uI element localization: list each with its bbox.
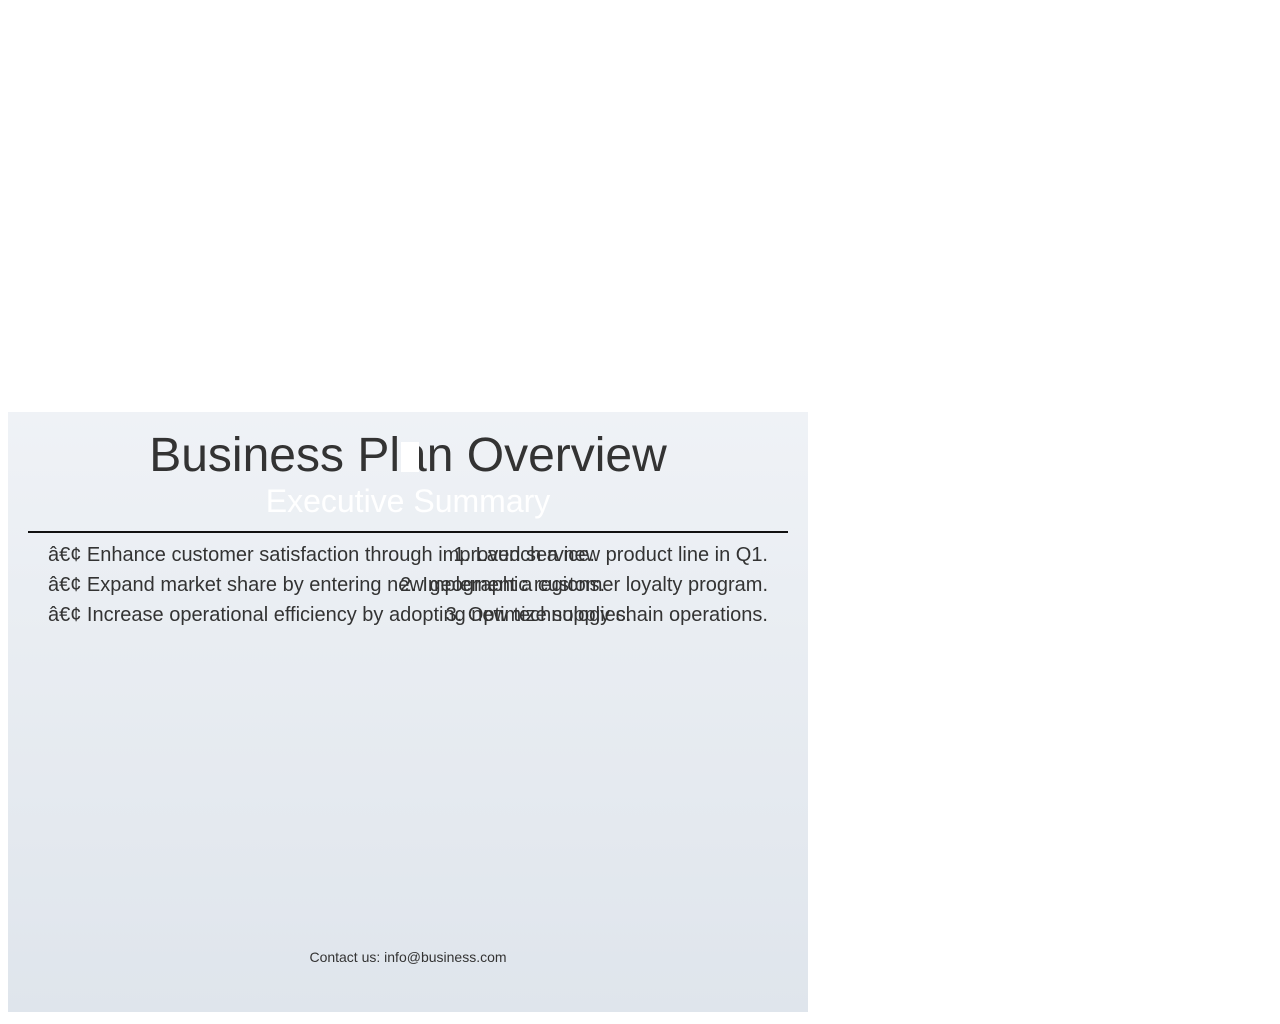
action-item: 3. Optimize supply chain operations. — [445, 604, 768, 626]
contact-footer: Contact us: info@business.com — [309, 949, 507, 965]
action-list: 1. Launch a new product line in Q1. 2. I… — [48, 540, 768, 630]
slide: Business Plan Overview Executive Summary… — [8, 412, 808, 1012]
action-item: 2. Implement a customer loyalty program. — [400, 574, 768, 596]
title-overlay-block — [401, 442, 419, 472]
action-item: 1. Launch a new product line in Q1. — [453, 544, 768, 566]
slide-subtitle: Executive Summary — [265, 483, 551, 519]
divider — [28, 531, 788, 533]
